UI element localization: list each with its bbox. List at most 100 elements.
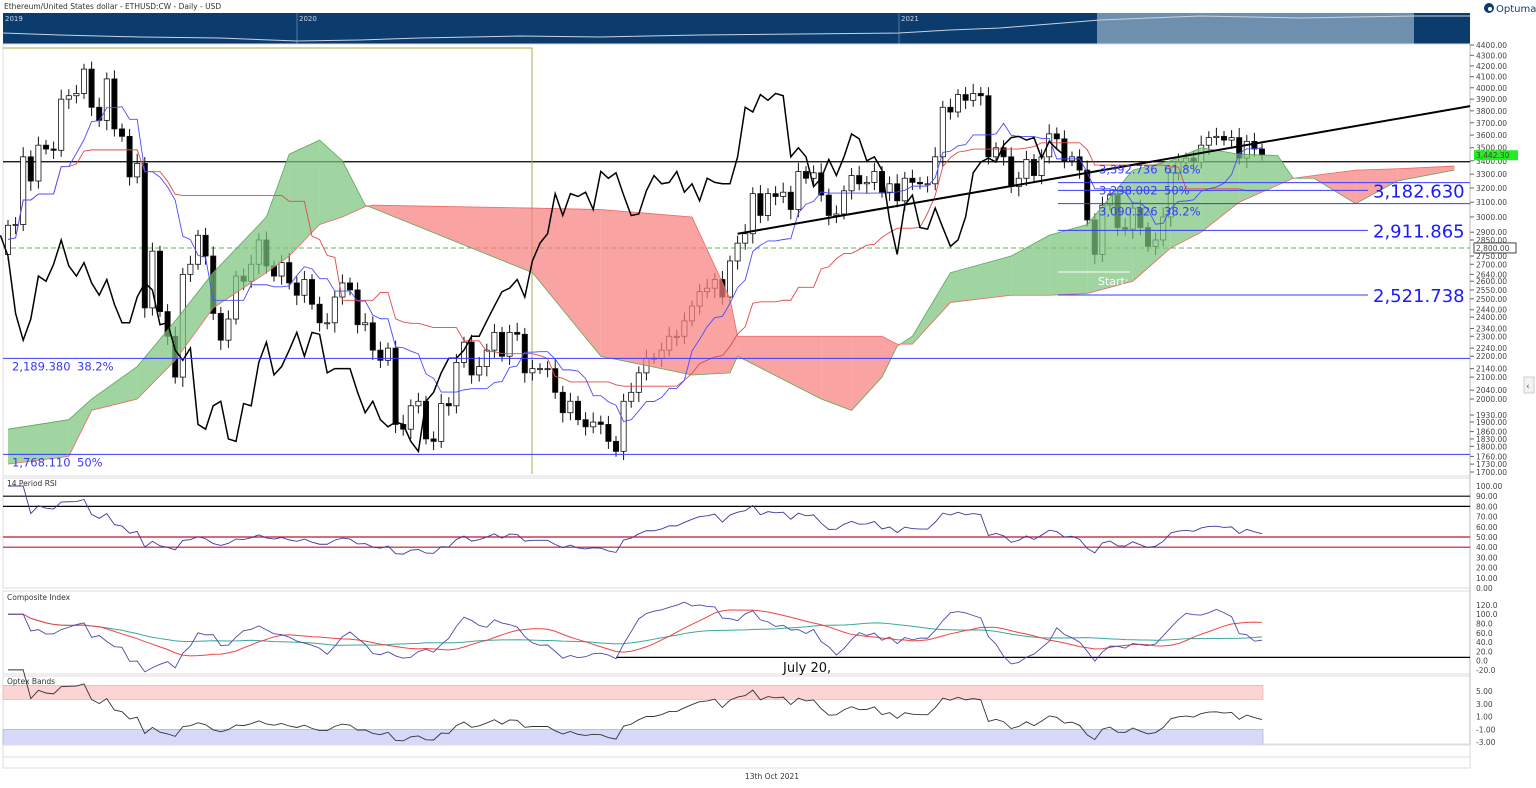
composite-tick-label: 20.0 — [1476, 647, 1493, 656]
marked-price-label: 2,800.00 — [1476, 244, 1510, 253]
rsi-panel — [2, 477, 1471, 589]
rsi-tick-label: 90.00 — [1476, 492, 1498, 501]
candle-body — [628, 391, 635, 402]
y-tick-label: 1800.00 — [1476, 442, 1507, 451]
projection-label: 2,911.865 — [1373, 221, 1465, 242]
candle — [742, 224, 749, 250]
candle-body — [1205, 137, 1212, 146]
candle-body — [787, 191, 794, 210]
candle-body — [795, 171, 802, 210]
candle-body — [947, 106, 954, 113]
candle — [582, 412, 589, 436]
candle-body — [529, 368, 536, 374]
candle-body — [73, 93, 80, 97]
navigator-year-label: 2020 — [299, 15, 317, 23]
candle — [856, 165, 863, 191]
fib-price-label: 3,090.326 — [1099, 205, 1158, 219]
candle — [567, 392, 574, 421]
optex-chart — [2, 669, 1264, 746]
july-20-annotation: July 20, — [782, 661, 831, 676]
candle — [369, 316, 376, 360]
candle — [552, 359, 559, 399]
candle — [871, 162, 878, 191]
axes: 4400.004300.00 4200.00 4100.00 4000.00 3900.… — [4, 41, 1518, 768]
y-tick-label: 2550.00 — [1476, 286, 1507, 295]
candle — [772, 186, 779, 206]
navigator-year-label: 2019 — [5, 15, 23, 23]
rsi-tick-label: 100.00 — [1476, 482, 1502, 491]
candle-body — [856, 175, 863, 185]
candle-body — [445, 403, 452, 407]
navigator-year-label: 2021 — [901, 15, 919, 23]
candle-body — [331, 296, 338, 324]
candle — [156, 245, 163, 317]
candle — [1031, 154, 1038, 181]
candle-body — [407, 405, 414, 430]
optex-panel-title: Optex Bands — [7, 677, 55, 686]
rsi-tick-label: 40.00 — [1476, 543, 1498, 552]
candle — [377, 341, 384, 368]
candle-body — [50, 148, 57, 151]
candle — [825, 188, 832, 226]
candle — [354, 282, 361, 334]
candle — [1213, 127, 1220, 146]
candle — [194, 229, 201, 270]
candle — [886, 176, 893, 201]
price-chart: 2,189.380 38.2% 1,768.110 50% 3,392.736 61.8%… — [0, 47, 1471, 474]
bullish-cloud-segment — [1049, 224, 1088, 296]
candle — [362, 313, 369, 332]
candle — [58, 89, 65, 157]
rsi-tick-label: 10.00 — [1476, 574, 1498, 583]
rsi-tick-label: 50.00 — [1476, 533, 1498, 542]
candle — [20, 147, 27, 232]
collapse-panel-button[interactable]: ‹ — [1523, 376, 1535, 394]
navigator-selected-range[interactable] — [1097, 13, 1414, 44]
candle — [331, 290, 338, 333]
candle-body — [194, 234, 201, 265]
y-tick-label: 1700.00 — [1476, 468, 1507, 477]
bearish-cloud-segment — [882, 336, 898, 378]
rsi-tick-label: 30.00 — [1476, 553, 1498, 562]
candle-body — [977, 93, 984, 97]
candle-body — [544, 368, 551, 371]
candle-body — [749, 193, 756, 235]
y-tick-label: 4400.00 — [1476, 41, 1507, 50]
candle-body — [757, 193, 764, 216]
candle — [134, 153, 141, 184]
candle — [605, 415, 612, 449]
y-tick-label: 4000.00 — [1476, 84, 1507, 93]
candle-body — [58, 98, 65, 151]
rsi-tick-label: 0.00 — [1476, 584, 1493, 593]
candle — [301, 270, 308, 303]
candle — [1053, 127, 1060, 149]
candle-body — [491, 331, 498, 351]
candle — [73, 84, 80, 104]
candle — [491, 323, 498, 358]
fib-price-label: 3,392.736 — [1099, 163, 1158, 177]
candle — [757, 185, 764, 224]
candle-body — [567, 400, 574, 414]
candle — [119, 123, 126, 142]
y-tick-label: 3600.00 — [1476, 131, 1507, 140]
candle — [635, 366, 642, 403]
candle-body — [1023, 159, 1030, 179]
y-tick-label: 3100.00 — [1476, 198, 1507, 207]
candle-body — [217, 313, 224, 341]
candle-body — [985, 95, 992, 158]
candle-body — [301, 279, 308, 296]
y-tick-label: 3000.00 — [1476, 213, 1507, 222]
candle-body — [590, 421, 597, 428]
y-tick-label: 2040.00 — [1476, 386, 1507, 395]
candle-body — [909, 177, 916, 183]
candle — [438, 393, 445, 448]
date-navigator[interactable]: 2019 2020 2021 — [2, 13, 1470, 44]
y-tick-label: 4300.00 — [1476, 51, 1507, 60]
chart-canvas[interactable]: Ethereum/United States dollar - ETHUSD:C… — [0, 0, 1536, 788]
candle-body — [917, 182, 924, 185]
candle-body — [559, 391, 566, 414]
candle-body — [1259, 148, 1266, 156]
candle — [316, 296, 323, 332]
candle-body — [597, 421, 604, 425]
candle — [962, 87, 969, 110]
rsi-chart — [3, 485, 1470, 555]
